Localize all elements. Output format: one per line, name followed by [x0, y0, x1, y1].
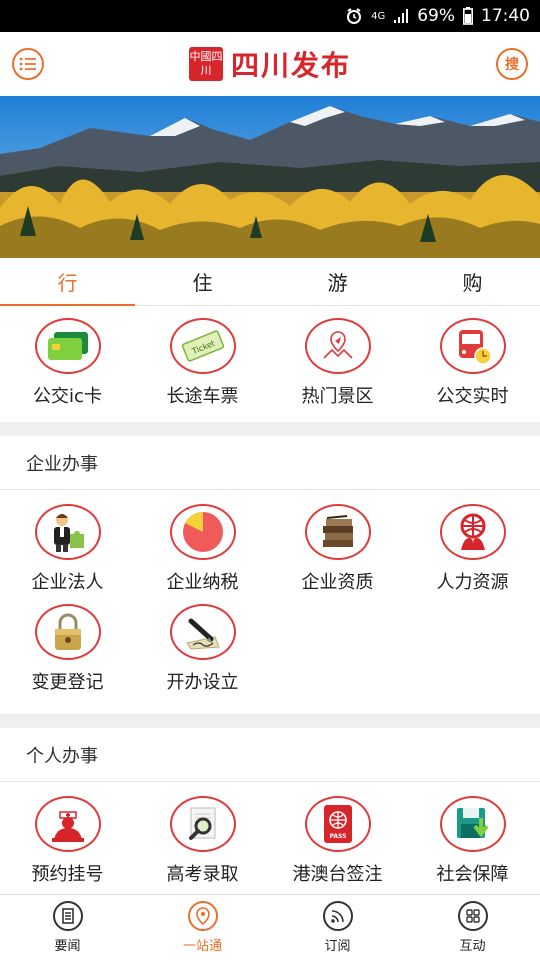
- grid-item-social-security[interactable]: 社会保障: [405, 786, 540, 886]
- location-icon: [187, 901, 218, 931]
- grid-item-visa[interactable]: PASS 港澳台签注: [270, 786, 405, 886]
- grid-item-exam[interactable]: 高考录取: [135, 786, 270, 886]
- battery-icon: [463, 7, 473, 25]
- document-icon: [52, 901, 83, 931]
- clock: 17:40: [481, 6, 530, 26]
- nav-subscribe[interactable]: 订阅: [270, 895, 405, 960]
- grid-item-long-ticket[interactable]: Ticket 长途车票: [135, 308, 270, 408]
- grid-item-scenic[interactable]: 热门景区: [270, 308, 405, 408]
- nav-label: 一站通: [182, 939, 222, 954]
- nurse-icon: [34, 796, 101, 852]
- floppy-save-icon: [439, 796, 506, 852]
- nav-label: 互动: [459, 939, 486, 954]
- padlock-icon: [34, 604, 101, 660]
- bus-card-icon: [34, 318, 101, 374]
- grid-item-legal-person[interactable]: 企业法人: [0, 494, 135, 594]
- search-button[interactable]: 搜: [496, 48, 528, 80]
- app-title: 四川发布: [230, 49, 351, 82]
- ticket-icon: Ticket: [169, 318, 236, 374]
- app-header: 中國四川 四川发布 搜: [0, 32, 540, 96]
- seal-logo: 中國四川: [188, 47, 223, 81]
- grid-item-qualification[interactable]: 企业资质: [270, 494, 405, 594]
- grid-item-bus-realtime[interactable]: 公交实时: [405, 308, 540, 408]
- menu-button[interactable]: [12, 48, 44, 80]
- section-title-personal: 个人办事: [0, 728, 540, 782]
- people-globe-icon: [439, 504, 506, 560]
- grid-item-label: 开办设立: [166, 672, 239, 693]
- grid-item-label: 长途车票: [166, 386, 239, 407]
- businessman-icon: [34, 504, 101, 560]
- travel-grid: 公交ic卡 Ticket 长途车票 热门景区 公交实时: [0, 308, 540, 408]
- grid-item-label: 热门景区: [301, 386, 374, 407]
- search-label: 搜: [505, 57, 519, 73]
- battery-percent: 69%: [417, 6, 455, 26]
- nav-one-stop[interactable]: 一站通: [135, 895, 270, 960]
- pie-chart-icon: [169, 504, 236, 560]
- map-pin-icon: [304, 318, 371, 374]
- alarm-icon: [345, 7, 363, 25]
- banner-image[interactable]: [0, 96, 540, 258]
- tab-shop[interactable]: 购: [405, 258, 540, 305]
- grid-item-tax[interactable]: 企业纳税: [135, 494, 270, 594]
- tab-travel[interactable]: 行: [0, 258, 135, 306]
- passport-icon: PASS: [304, 796, 371, 852]
- grid-item-label: 变更登记: [31, 672, 104, 693]
- nav-interact[interactable]: 互动: [405, 895, 540, 960]
- personal-grid: 预约挂号 高考录取 PASS 港澳台签注 社会保障: [0, 786, 540, 886]
- grid-item-label: 人力资源: [436, 572, 509, 593]
- grid-item-label: 港澳台签注: [292, 864, 383, 885]
- grid-item-label: 高考录取: [166, 864, 239, 885]
- tab-stay[interactable]: 住: [135, 258, 270, 305]
- grid-item-change-registration[interactable]: 变更登记: [0, 594, 135, 694]
- list-menu-icon: [19, 57, 36, 71]
- grid-item-hr[interactable]: 人力资源: [405, 494, 540, 594]
- grid-item-label: 企业资质: [301, 572, 374, 593]
- nav-label: 要闻: [54, 939, 81, 954]
- books-icon: [304, 504, 371, 560]
- nav-news[interactable]: 要闻: [0, 895, 135, 960]
- grid-item-appointment[interactable]: 预约挂号: [0, 786, 135, 886]
- section-title-enterprise: 企业办事: [0, 436, 540, 490]
- bus-clock-icon: [439, 318, 506, 374]
- grid-item-label: 企业纳税: [166, 572, 239, 593]
- status-bar: 4G 69% 17:40: [0, 0, 540, 32]
- section-divider: [0, 714, 540, 728]
- pen-sign-icon: [169, 604, 236, 660]
- rss-icon: [322, 901, 353, 931]
- network-type: 4G: [371, 10, 386, 22]
- grid-item-establish[interactable]: 开办设立: [135, 594, 270, 694]
- nav-label: 订阅: [324, 939, 351, 954]
- grid-item-label: 社会保障: [436, 864, 509, 885]
- grid-item-bus-card[interactable]: 公交ic卡: [0, 308, 135, 408]
- bottom-nav: 要闻 一站通 订阅 互动: [0, 894, 540, 960]
- magnifier-doc-icon: [169, 796, 236, 852]
- passport-text: PASS: [329, 833, 346, 840]
- enterprise-grid: 企业法人 企业纳税 企业资质 人力资源 变更登记 开办设立: [0, 494, 540, 694]
- grid-item-label: 预约挂号: [31, 864, 104, 885]
- grid-item-label: 公交ic卡: [33, 386, 102, 407]
- app-logo: 中國四川 四川发布: [188, 44, 351, 84]
- section-divider: [0, 422, 540, 436]
- signal-icon: [393, 8, 409, 24]
- category-tabs: 行 住 游 购: [0, 258, 540, 306]
- grid-icon: [457, 901, 488, 931]
- tab-tour[interactable]: 游: [270, 258, 405, 305]
- grid-item-label: 公交实时: [436, 386, 509, 407]
- grid-item-label: 企业法人: [31, 572, 104, 593]
